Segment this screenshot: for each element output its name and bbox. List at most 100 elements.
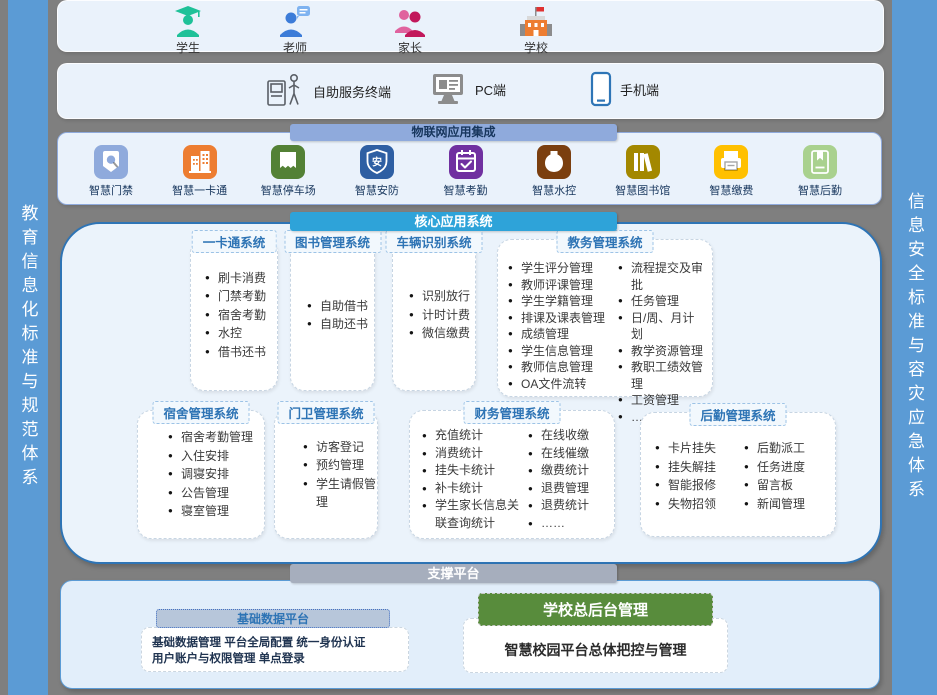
user-role-teacher: 老师 (263, 4, 327, 56)
list-item: 宿舍考勤管理 (168, 428, 264, 447)
parents-icon (392, 4, 428, 38)
school-icon (518, 4, 554, 38)
iot-label: 智慧一卡通 (172, 182, 227, 198)
iot-label: 智慧图书馆 (615, 182, 670, 198)
svg-text:安: 安 (372, 156, 382, 169)
system-title: 财务管理系统 (463, 401, 560, 424)
list-item: 缴费统计 (528, 462, 610, 480)
payment-terminal-icon (714, 145, 748, 179)
user-roles-row: 学生 老师 (57, 0, 884, 52)
core-section-header: 核心应用系统 (290, 212, 617, 231)
iot-item-library: 智慧图书馆 (606, 145, 680, 198)
system-title: 后勤管理系统 (689, 403, 786, 426)
terminal-label: 手机端 (620, 80, 659, 99)
list-item: 成绩管理 (508, 326, 612, 343)
dorm-feature-list: 宿舍考勤管理入住安排调寝安排公告管理寝室管理 (152, 428, 264, 521)
system-title: 图书管理系统 (284, 230, 381, 253)
list-item: 计时计费 (409, 306, 475, 325)
list-item: OA文件流转 (508, 376, 612, 393)
parking-ticket-icon (271, 145, 305, 179)
system-title: 车辆识别系统 (385, 230, 482, 253)
list-item: 刷卡消费 (205, 269, 277, 288)
system-box-academic: 教务管理系统 学生评分管理教师评课管理学生学籍管理排课及课表管理成绩管理学生信息… (497, 239, 713, 397)
list-item: 教职工绩效管理 (618, 359, 706, 392)
library-feature-list: 自助借书自助还书 (291, 297, 374, 334)
list-item: 流程提交及审批 (618, 260, 706, 293)
base-platform-line: 用户账户与权限管理 单点登录 (152, 651, 400, 667)
terminal-pc: PC端 (429, 71, 506, 107)
list-item: 留言板 (744, 476, 805, 495)
list-item: 卡片挂失 (655, 439, 716, 458)
list-item: …… (528, 515, 610, 533)
list-item: 挂失卡统计 (422, 462, 522, 480)
iot-item-parking: 智慧停车场 (251, 145, 325, 198)
logistics-feature-list-right: 后勤派工任务进度留言板新闻管理 (744, 439, 805, 513)
list-item: 寝室管理 (168, 502, 264, 521)
iot-label: 智慧门禁 (89, 182, 133, 198)
system-title: 教务管理系统 (556, 230, 653, 253)
list-item: 学生评分管理 (508, 260, 612, 277)
list-item: 排课及课表管理 (508, 310, 612, 327)
iot-label: 智慧考勤 (444, 182, 488, 198)
system-box-library: 图书管理系统 自助借书自助还书 (290, 239, 375, 391)
user-role-label: 学校 (524, 39, 548, 56)
list-item: 退费管理 (528, 480, 610, 498)
iot-integration-strip: 智慧门禁 智慧一卡通 智慧停车场 安 (57, 132, 882, 205)
teacher-icon (278, 4, 312, 38)
user-role-parents: 家长 (378, 4, 442, 56)
door-access-icon (94, 145, 128, 179)
finance-feature-list-right: 在线收缴在线催缴缴费统计退费管理退费统计…… (528, 427, 610, 532)
list-item: 学生信息管理 (508, 343, 612, 360)
terminal-kiosk: 自助服务终端 (263, 71, 391, 111)
core-systems-panel: 一卡通系统 刷卡消费门禁考勤宿舍考勤水控借书还书 图书管理系统 自助借书自助还书… (60, 222, 882, 564)
user-role-label: 学生 (176, 39, 200, 56)
list-item: 失物招领 (655, 495, 716, 514)
security-shield-icon: 安 (360, 145, 394, 179)
list-item: 调寝安排 (168, 465, 264, 484)
water-control-icon (537, 145, 571, 179)
list-item: 入住安排 (168, 447, 264, 466)
list-item: 退费统计 (528, 497, 610, 515)
list-item: 自助还书 (307, 315, 374, 334)
list-item: 宿舍考勤 (205, 306, 277, 325)
onecard-feature-list: 刷卡消费门禁考勤宿舍考勤水控借书还书 (191, 269, 277, 362)
list-item: 微信缴费 (409, 324, 475, 343)
list-item: 消费统计 (422, 445, 522, 463)
base-data-platform-title: 基础数据平台 (156, 609, 390, 628)
kiosk-icon (263, 71, 305, 111)
logistics-flag-icon (803, 145, 837, 179)
iot-item-attendance: 智慧考勤 (429, 145, 503, 198)
iot-label: 智慧缴费 (709, 182, 753, 198)
phone-icon (590, 71, 612, 107)
iot-item-onecard: 智慧一卡通 (163, 145, 237, 198)
list-item: 日/周、月计划 (618, 310, 706, 343)
student-icon (172, 4, 204, 38)
system-box-dorm: 宿舍管理系统 宿舍考勤管理入住安排调寝安排公告管理寝室管理 (137, 410, 265, 539)
iot-section-header: 物联网应用集成 (290, 124, 617, 141)
support-section-header: 支撑平台 (290, 564, 617, 583)
user-role-label: 家长 (398, 39, 422, 56)
list-item: 教师信息管理 (508, 359, 612, 376)
onecard-building-icon (183, 145, 217, 179)
list-item: 后勤派工 (744, 439, 805, 458)
list-item: 任务管理 (618, 293, 706, 310)
system-box-onecard: 一卡通系统 刷卡消费门禁考勤宿舍考勤水控借书还书 (190, 239, 278, 391)
user-role-student: 学生 (156, 4, 220, 56)
system-box-gate: 门卫管理系统 访客登记预约管理学生请假管理 (274, 410, 378, 539)
list-item: 自助借书 (307, 297, 374, 316)
terminal-label: PC端 (475, 80, 506, 99)
list-item: 识别放行 (409, 287, 475, 306)
list-item: 补卡统计 (422, 480, 522, 498)
system-title: 宿舍管理系统 (152, 401, 249, 424)
pc-icon (429, 71, 467, 107)
logistics-feature-list-left: 卡片挂失挂失解挂智能报修失物招领 (655, 439, 716, 513)
list-item: 新闻管理 (744, 495, 805, 514)
system-box-vehicle: 车辆识别系统 识别放行计时计费微信缴费 (392, 239, 476, 391)
right-security-bar: 信息安全标准与容灾应急体系 (892, 0, 937, 695)
list-item: 学生家长信息关联查询统计 (422, 497, 522, 532)
terminal-mobile: 手机端 (590, 71, 659, 107)
system-title: 一卡通系统 (192, 230, 277, 253)
user-role-label: 老师 (283, 39, 307, 56)
list-item: 公告管理 (168, 484, 264, 503)
list-item: 门禁考勤 (205, 287, 277, 306)
